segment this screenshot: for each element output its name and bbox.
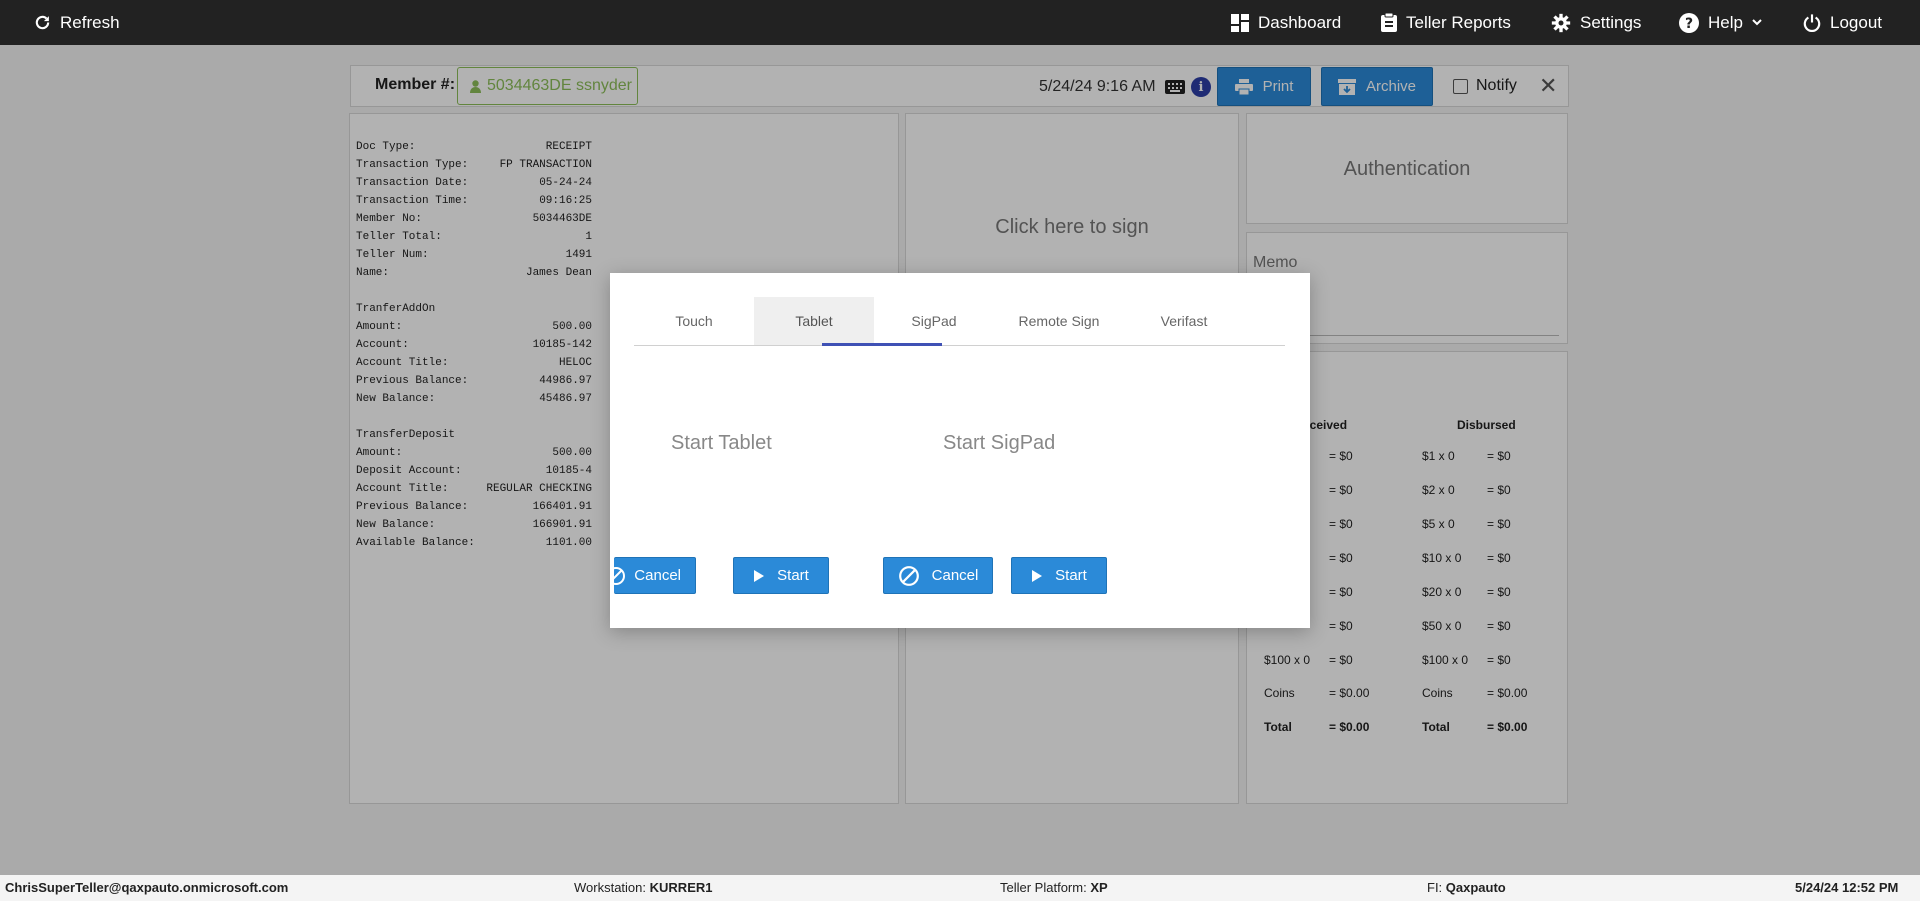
footer-user: ChrisSuperTeller@qaxpauto.onmicrosoft.co… bbox=[5, 880, 288, 895]
teller-reports-label: Teller Reports bbox=[1406, 12, 1511, 32]
tab-remote-sign[interactable]: Remote Sign bbox=[994, 297, 1124, 345]
play-icon bbox=[1032, 569, 1043, 582]
platform-value: XP bbox=[1090, 880, 1108, 895]
footer-workstation: Workstation: KURRER1 bbox=[574, 880, 712, 895]
start-tablet-heading: Start Tablet bbox=[671, 432, 772, 454]
footer-datetime: 5/24/24 12:52 PM bbox=[1795, 880, 1898, 895]
fi-label: FI: bbox=[1427, 880, 1443, 895]
top-navbar: Refresh Dashboard Teller Reports Setting… bbox=[0, 0, 1920, 45]
svg-text:?: ? bbox=[1685, 16, 1693, 32]
workstation-value: KURRER1 bbox=[649, 880, 713, 895]
refresh-label: Refresh bbox=[60, 12, 120, 32]
tab-verifast[interactable]: Verifast bbox=[1124, 297, 1244, 345]
footer-platform: Teller Platform: XP bbox=[1000, 880, 1108, 895]
teller-reports-link[interactable]: Teller Reports bbox=[1381, 0, 1511, 45]
tab-touch[interactable]: Touch bbox=[634, 297, 754, 345]
refresh-button[interactable]: Refresh bbox=[34, 0, 120, 45]
footer-user-email: ChrisSuperTeller@qaxpauto.onmicrosoft.co… bbox=[5, 880, 289, 895]
chevron-down-icon bbox=[1752, 19, 1762, 26]
dashboard-icon bbox=[1231, 13, 1249, 32]
tablet-cancel-button[interactable]: Cancel bbox=[610, 557, 696, 594]
dashboard-link[interactable]: Dashboard bbox=[1231, 0, 1341, 45]
platform-label: Teller Platform: bbox=[1000, 880, 1087, 895]
sigpad-start-label: Start bbox=[1055, 567, 1087, 584]
dashboard-label: Dashboard bbox=[1258, 12, 1342, 32]
tab-sigpad[interactable]: SigPad bbox=[874, 297, 994, 345]
logout-label: Logout bbox=[1830, 12, 1882, 32]
tablet-start-button[interactable]: Start bbox=[733, 557, 829, 594]
settings-label: Settings bbox=[1580, 12, 1642, 32]
start-sigpad-heading: Start SigPad bbox=[943, 432, 1056, 454]
tab-tablet[interactable]: Tablet bbox=[754, 297, 874, 345]
play-icon bbox=[754, 569, 765, 582]
active-tab-indicator bbox=[822, 343, 942, 346]
help-menu[interactable]: ? Help bbox=[1679, 0, 1762, 45]
tablet-start-label: Start bbox=[777, 567, 809, 584]
sigpad-cancel-button[interactable]: Cancel bbox=[883, 557, 993, 594]
sigpad-start-button[interactable]: Start bbox=[1011, 557, 1107, 594]
footer-datetime-value: 5/24/24 12:52 PM bbox=[1795, 880, 1899, 895]
ban-icon bbox=[898, 565, 919, 586]
logout-link[interactable]: Logout bbox=[1803, 0, 1882, 45]
signature-modal: Touch Tablet SigPad Remote Sign Verifast… bbox=[610, 273, 1310, 628]
footer-fi: FI: Qaxpauto bbox=[1427, 880, 1506, 895]
help-label: Help bbox=[1708, 12, 1743, 32]
question-circle-icon: ? bbox=[1679, 12, 1699, 33]
refresh-icon bbox=[35, 15, 50, 30]
gear-icon bbox=[1551, 13, 1571, 32]
signature-tabs: Touch Tablet SigPad Remote Sign Verifast bbox=[634, 297, 1285, 346]
workstation-label: Workstation: bbox=[574, 880, 647, 895]
ban-icon bbox=[610, 566, 625, 585]
settings-link[interactable]: Settings bbox=[1551, 0, 1641, 45]
power-icon bbox=[1803, 14, 1821, 32]
fi-value: Qaxpauto bbox=[1445, 880, 1506, 895]
sigpad-cancel-label: Cancel bbox=[931, 567, 979, 584]
clipboard-icon bbox=[1381, 13, 1397, 32]
tablet-cancel-label: Cancel bbox=[634, 567, 681, 584]
status-bar: ChrisSuperTeller@qaxpauto.onmicrosoft.co… bbox=[0, 875, 1920, 901]
